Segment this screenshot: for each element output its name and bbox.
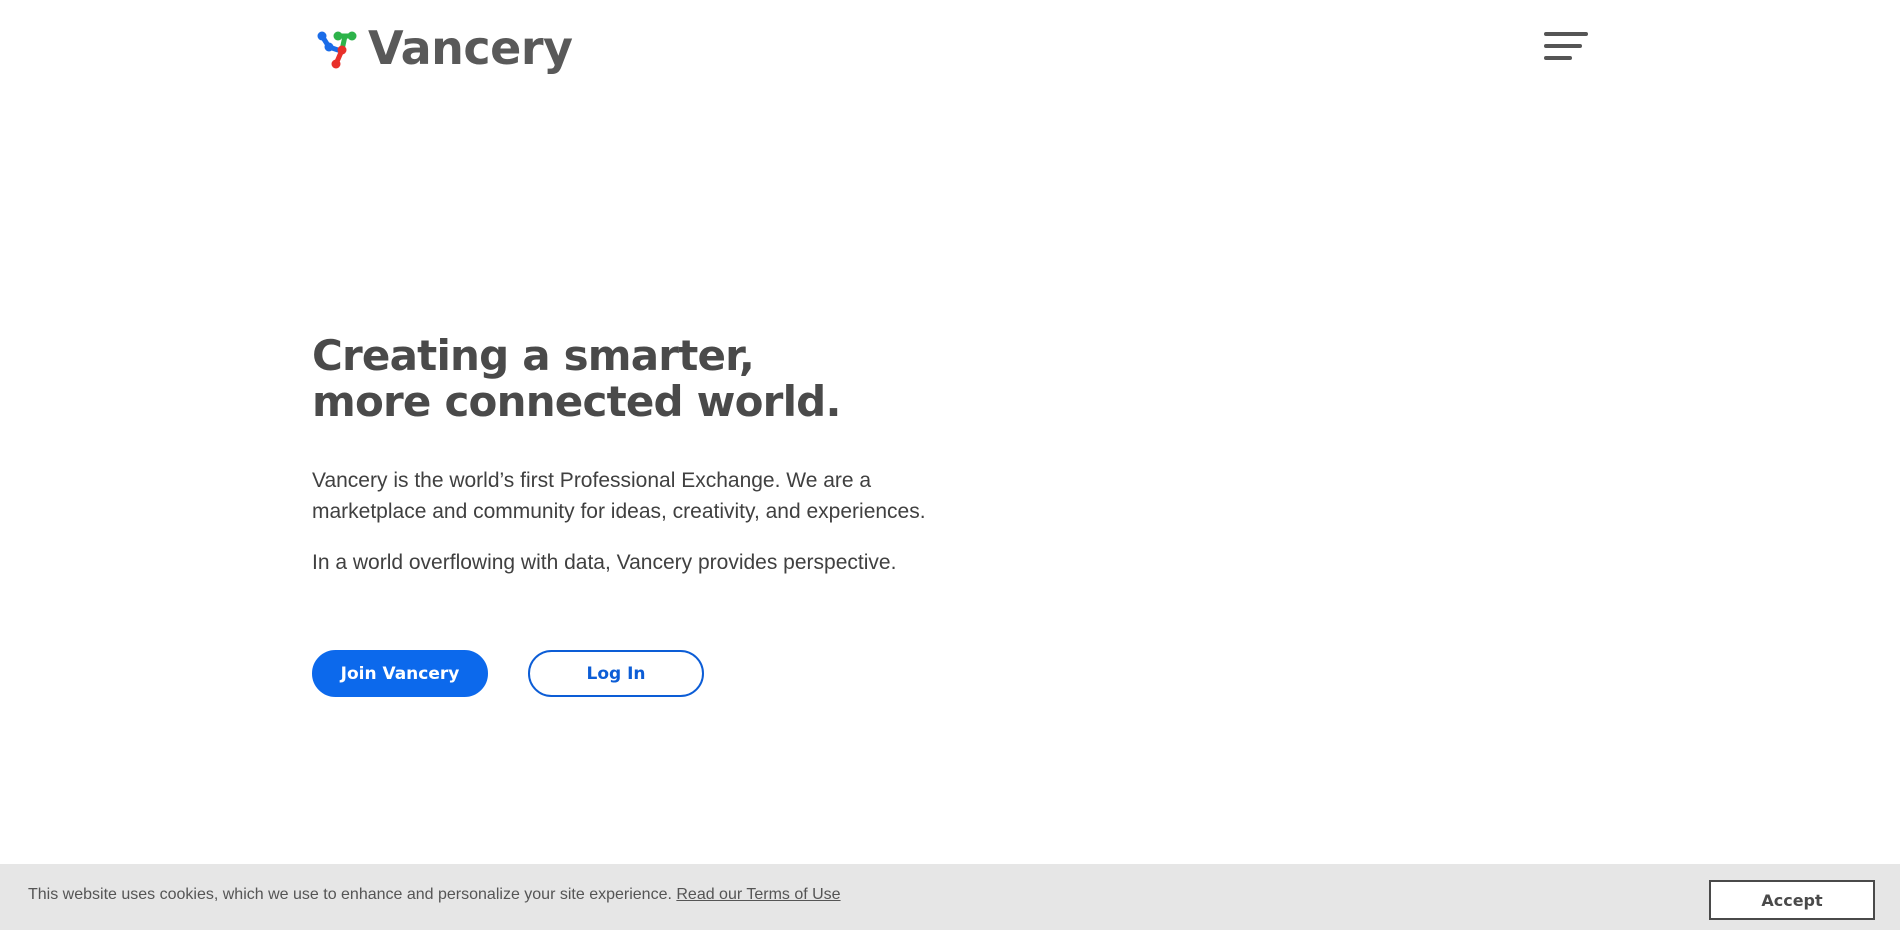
hero-title: Creating a smarter, more connected world… bbox=[312, 333, 992, 425]
hero-tagline: In a world overflowing with data, Vancer… bbox=[312, 551, 897, 574]
logo-text: Vancery bbox=[368, 21, 573, 75]
login-button[interactable]: Log In bbox=[528, 650, 704, 697]
vancery-logo-icon bbox=[317, 31, 357, 69]
logo-link[interactable]: Vancery bbox=[312, 24, 573, 74]
hero-title-line-1: Creating a smarter, bbox=[312, 331, 755, 380]
terms-of-use-link[interactable]: Read our Terms of Use bbox=[676, 886, 840, 903]
cookie-message: This website uses cookies, which we use … bbox=[28, 886, 841, 904]
accept-cookies-button[interactable]: Accept bbox=[1709, 880, 1875, 920]
site-header: Vancery bbox=[312, 24, 1588, 80]
hamburger-menu-icon bbox=[1544, 32, 1588, 60]
menu-button[interactable] bbox=[1544, 28, 1588, 68]
hero-title-line-2: more connected world. bbox=[312, 377, 841, 426]
hero-description: Vancery is the world’s first Professiona… bbox=[312, 469, 926, 523]
page: Vancery Creating a smarter, more connect… bbox=[0, 0, 1900, 930]
hero-section: Creating a smarter, more connected world… bbox=[312, 333, 992, 697]
join-button[interactable]: Join Vancery bbox=[312, 650, 488, 697]
cookie-message-text: This website uses cookies, which we use … bbox=[28, 886, 677, 903]
cookie-banner: This website uses cookies, which we use … bbox=[0, 864, 1900, 930]
cta-buttons: Join Vancery Log In bbox=[312, 650, 992, 697]
